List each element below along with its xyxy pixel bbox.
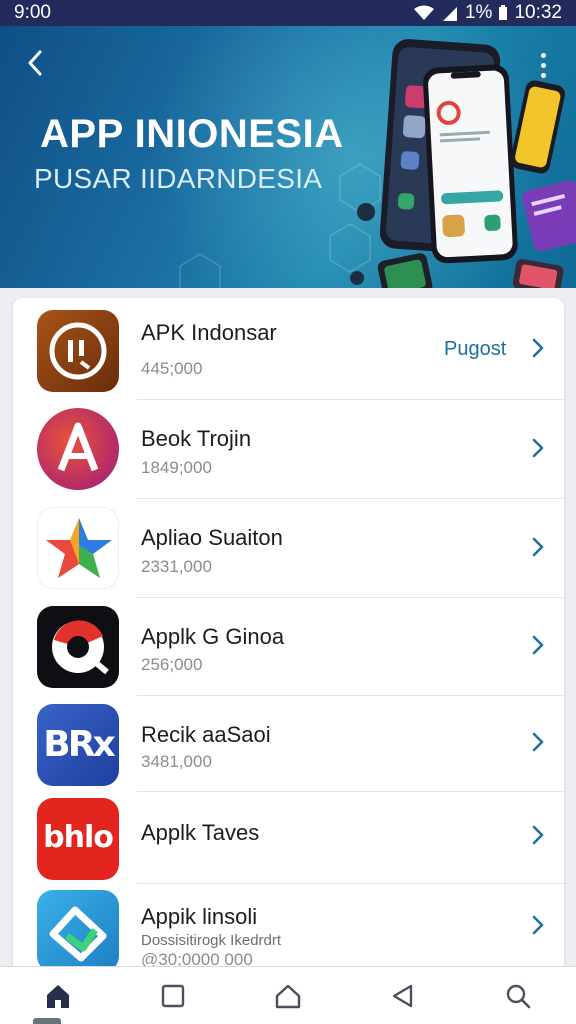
header-banner: APP INIONESIA PUSAR IIDARNDESIA	[0, 26, 576, 288]
nav-back-button[interactable]	[375, 972, 431, 1020]
download-count: 256;000	[141, 655, 203, 674]
chevron-right-icon	[532, 438, 544, 458]
download-count: 2331,000	[141, 557, 212, 576]
more-options-button[interactable]	[532, 48, 554, 82]
nav-search-button[interactable]	[490, 972, 546, 1020]
list-item[interactable]: bhlo Applk Taves	[13, 792, 564, 884]
status-clock: 10:32	[514, 2, 562, 23]
appik-linsoli-app-icon	[37, 890, 119, 972]
row-action-label[interactable]: Pugost	[444, 338, 506, 361]
chevron-right-icon	[532, 537, 544, 557]
list-item[interactable]: Apliao Suaiton 2331,000	[13, 499, 564, 598]
nav-home-outline-button[interactable]	[260, 972, 316, 1020]
chevron-left-icon	[28, 50, 42, 76]
app-name: Applk G Ginoa	[141, 624, 285, 649]
recik-aasaoi-app-icon: BRx	[37, 704, 119, 786]
bottom-navigation	[0, 966, 576, 1024]
apk-indonsar-app-icon	[37, 310, 119, 392]
app-name: Applk Taves	[141, 820, 260, 845]
app-name: Appik linsoli	[141, 904, 258, 929]
square-icon	[161, 984, 184, 1007]
chevron-right-icon	[532, 635, 544, 655]
list-item[interactable]: Beok Trojin 1849;000	[13, 400, 564, 499]
banner-title: APP INIONESIA	[40, 112, 344, 156]
status-time: 9:00	[14, 2, 51, 23]
app-name: Recik aaSaoi	[141, 722, 271, 747]
apliao-suaiton-app-icon	[37, 507, 119, 589]
status-bar: 9:00 1% 10:32	[0, 0, 576, 26]
app-subtitle: Dossisitirogk Ikedrdrt	[141, 932, 282, 949]
home-outline-icon	[275, 984, 301, 1008]
download-count: 445;000	[141, 359, 203, 378]
list-item[interactable]: APK Indonsar 445;000 Pugost	[13, 298, 564, 400]
applk-taves-app-icon: bhlo	[37, 798, 119, 880]
app-name: APK Indonsar	[141, 320, 277, 345]
banner-subtitle: PUSAR IIDARNDESIA	[34, 163, 323, 194]
list-item[interactable]: BRx Recik aaSaoi 3481,000	[13, 696, 564, 792]
home-filled-icon	[46, 984, 69, 1008]
chevron-right-icon	[532, 732, 544, 752]
search-icon	[507, 984, 531, 1008]
app-list: APK Indonsar 445;000 Pugost Beok Trojin …	[13, 298, 564, 988]
status-icons: 1% 10:32	[413, 2, 562, 24]
wifi-icon	[413, 5, 434, 20]
applk-g-ginoa-app-icon	[37, 606, 119, 688]
signal-icon	[442, 7, 457, 21]
app-name: Apliao Suaiton	[141, 525, 283, 550]
nav-home-button[interactable]	[30, 972, 86, 1020]
download-count: 3481,000	[141, 752, 212, 771]
battery-icon	[499, 5, 508, 20]
nav-recents-button[interactable]	[145, 972, 201, 1020]
triangle-back-icon	[392, 984, 413, 1007]
battery-percent: 1%	[464, 2, 493, 23]
chevron-right-icon	[532, 825, 544, 845]
more-vertical-icon	[540, 52, 546, 58]
list-item[interactable]: Applk G Ginoa 256;000	[13, 598, 564, 696]
download-count: 1849;000	[141, 458, 212, 477]
chevron-right-icon	[532, 915, 544, 935]
chevron-right-icon	[532, 338, 544, 358]
beok-trojin-app-icon	[37, 408, 119, 490]
back-button[interactable]	[18, 46, 52, 80]
app-name: Beok Trojin	[141, 426, 252, 451]
active-tab-indicator	[33, 1018, 61, 1024]
